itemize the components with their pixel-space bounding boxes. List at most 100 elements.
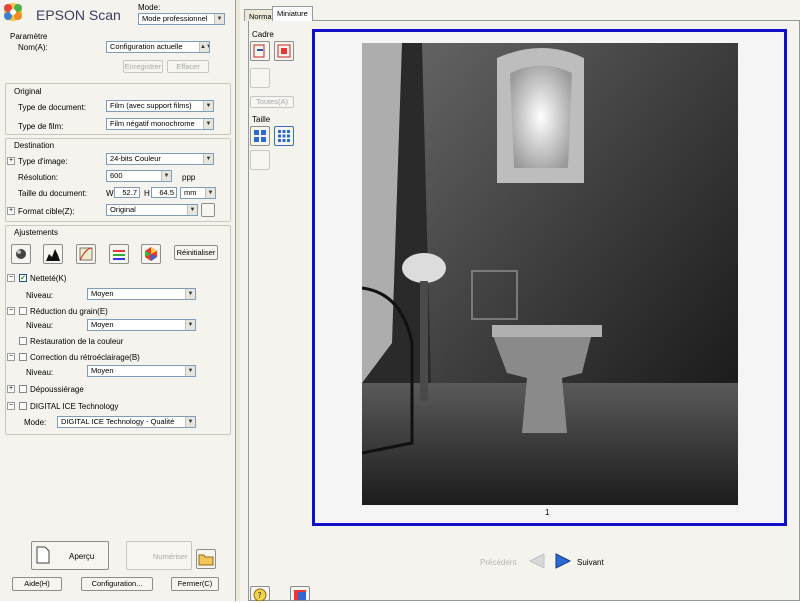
film-frames-icon[interactable] [274,41,294,61]
chevron-down-icon: ▼ [203,101,213,111]
chevron-down-icon: ▲▼ [199,42,209,52]
unsharp-mask-icon[interactable] [11,244,31,264]
settings-name-select[interactable]: Configuration actuelle ▲▼ [106,41,210,53]
mode-select[interactable]: Mode professionnel ▼ [138,13,225,25]
zoom-icon[interactable] [250,68,270,88]
tab-thumbnail[interactable]: Miniature [272,6,313,21]
sharpness-checkbox[interactable]: ✔ [19,274,27,282]
folder-icon[interactable] [196,549,216,569]
collapse-icon[interactable]: − [7,353,15,361]
cadre-label: Cadre [252,30,274,39]
expand-icon[interactable]: + [7,385,15,393]
backlight-level-label: Niveau: [26,368,54,377]
grain-label: Réduction du grain(E) [30,307,108,316]
preview-label: Aperçu [69,552,95,561]
width-input[interactable]: 52.7 [114,187,140,198]
adjustments-title: Ajustements [14,228,59,237]
previous-arrow-icon[interactable] [528,553,546,569]
next-label[interactable]: Suivant [577,558,604,567]
ice-mode-value: DIGITAL ICE Technology - Qualité [61,417,175,426]
doc-size-label: Taille du document: [18,189,87,198]
large-thumbnails-icon[interactable] [250,126,270,146]
doc-type-label: Type de document: [18,103,87,112]
image-type-value: 24-bits Couleur [110,154,161,163]
close-button[interactable]: Fermer(C) [171,577,219,591]
film-type-select[interactable]: Film négatif monochrome ▼ [106,118,214,130]
help-button[interactable]: Aide(H) [12,577,62,591]
target-format-edit-button[interactable] [201,203,215,217]
scan-button[interactable]: Numériser [126,541,192,570]
reset-button[interactable]: Réinitialiser [174,245,218,260]
save-settings-button[interactable]: Enregistrer [123,60,163,73]
target-format-select[interactable]: Original ▼ [106,204,198,216]
dust-label: Dépoussiérage [30,385,84,394]
doc-type-select[interactable]: Film (avec support films) ▼ [106,100,214,112]
color-palette-icon[interactable] [141,244,161,264]
scanned-image[interactable] [362,43,738,505]
dust-checkbox[interactable] [19,385,27,393]
histogram-icon[interactable] [43,244,63,264]
tone-curve-icon[interactable] [76,244,96,264]
color-restore-label: Restauration de la couleur [30,337,124,346]
target-format-value: Original [110,205,136,214]
collapse-icon[interactable]: − [7,307,15,315]
svg-text:?: ? [258,591,262,600]
backlight-checkbox[interactable] [19,353,27,361]
width-label: W [106,189,114,198]
chevron-down-icon: ▼ [203,154,213,164]
collapse-icon[interactable]: − [7,402,15,410]
scan-label: Numériser [153,552,188,561]
size-unit-value: mm [184,188,197,197]
help-icon[interactable]: ? [250,586,270,602]
size-unit-select[interactable]: mm ▼ [180,187,216,199]
delete-settings-button[interactable]: Effacer [167,60,209,73]
backlight-label: Correction du rétroéclairage(B) [30,353,140,362]
chevron-down-icon: ▼ [185,289,195,299]
previous-label[interactable]: Précédent [480,558,516,567]
chevron-down-icon: ▼ [203,119,213,129]
height-label: H [144,189,150,198]
chevron-down-icon: ▼ [185,417,195,427]
doc-type-value: Film (avec support films) [110,101,192,110]
config-button[interactable]: Configuration... [81,577,153,591]
backlight-level-select[interactable]: Moyen ▼ [87,365,196,377]
collapse-icon[interactable]: − [7,274,15,282]
ice-mode-label: Mode: [24,418,47,427]
auto-locate-icon[interactable] [250,41,270,61]
preview-button[interactable]: Aperçu [31,541,109,570]
sharpness-level-value: Moyen [91,289,114,298]
film-type-label: Type de film: [18,122,64,131]
parametre-title: Paramètre [10,32,48,41]
image-type-select[interactable]: 24-bits Couleur ▼ [106,153,214,165]
chevron-down-icon: ▼ [205,188,215,198]
app-title: EPSON Scan [36,7,121,23]
resolution-select[interactable]: 600 ▼ [106,170,172,182]
next-arrow-icon[interactable] [554,553,572,569]
grain-checkbox[interactable] [19,307,27,315]
grain-level-select[interactable]: Moyen ▼ [87,319,196,331]
mode-select-value: Mode professionnel [142,14,208,23]
expand-icon[interactable]: + [7,157,15,165]
app-header: EPSON Scan Mode: Mode professionnel ▼ [0,0,236,30]
ice-mode-select[interactable]: DIGITAL ICE Technology - Qualité ▼ [57,416,196,428]
grain-level-value: Moyen [91,320,114,329]
select-all-button[interactable]: Toutes(A) [250,96,294,108]
settings-name-value: Configuration actuelle [110,42,183,51]
chevron-down-icon: ▼ [214,14,224,24]
color-settings-icon[interactable] [290,586,310,601]
list-view-icon[interactable] [250,150,270,170]
original-title: Original [14,87,42,96]
chevron-down-icon: ▼ [161,171,171,181]
image-adjust-icon[interactable] [109,244,129,264]
expand-icon[interactable]: + [7,207,15,215]
height-input[interactable]: 64.5 [151,187,177,198]
document-icon [36,546,50,564]
sharpness-label: Netteté(K) [30,274,67,283]
ice-label: DIGITAL ICE Technology [30,402,119,411]
color-restore-checkbox[interactable] [19,337,27,345]
sharpness-level-select[interactable]: Moyen ▼ [87,288,196,300]
resolution-label: Résolution: [18,173,59,182]
ice-checkbox[interactable] [19,402,27,410]
small-thumbnails-icon[interactable] [274,126,294,146]
target-format-label: Format cible(Z): [18,207,75,216]
